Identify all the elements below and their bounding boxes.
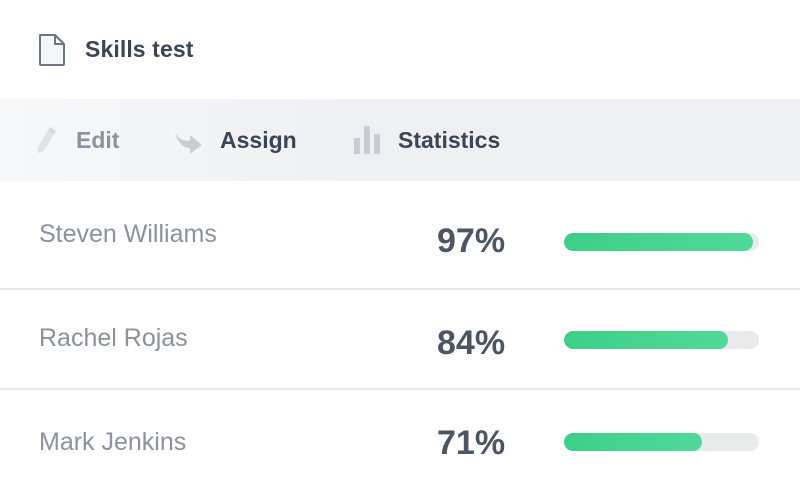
candidate-name: Rachel Rojas [39,324,188,352]
result-row: Mark Jenkins 71% [0,388,800,490]
pencil-icon [38,127,56,153]
score-percent: 71% [437,424,506,462]
document-icon [39,34,65,66]
bar-chart-icon [354,126,380,154]
candidate-name: Steven Williams [39,220,217,248]
statistics-label: Statistics [398,126,501,153]
score-bar [564,331,759,349]
skills-test-card: Skills test Edit Assign Statistics Steve… [0,0,800,504]
score-percent: 84% [437,324,506,362]
forward-arrow-icon [174,128,202,154]
card-header: Skills test [0,0,800,100]
score-bar-fill [564,331,728,349]
score-bar [564,233,759,251]
candidate-name: Mark Jenkins [39,428,187,456]
toolbar: Edit Assign Statistics [0,99,800,181]
result-row: Steven Williams 97% [0,182,800,282]
statistics-button[interactable]: Statistics [352,99,500,181]
assign-label: Assign [220,126,297,153]
edit-label: Edit [76,126,120,153]
score-bar-fill [564,233,754,251]
score-bar-fill [564,433,703,451]
result-row: Rachel Rojas 84% [0,288,800,390]
assign-button[interactable]: Assign [172,99,297,181]
page-title: Skills test [85,36,194,62]
edit-button[interactable]: Edit [36,99,119,181]
score-bar [564,433,759,451]
score-percent: 97% [437,222,506,260]
